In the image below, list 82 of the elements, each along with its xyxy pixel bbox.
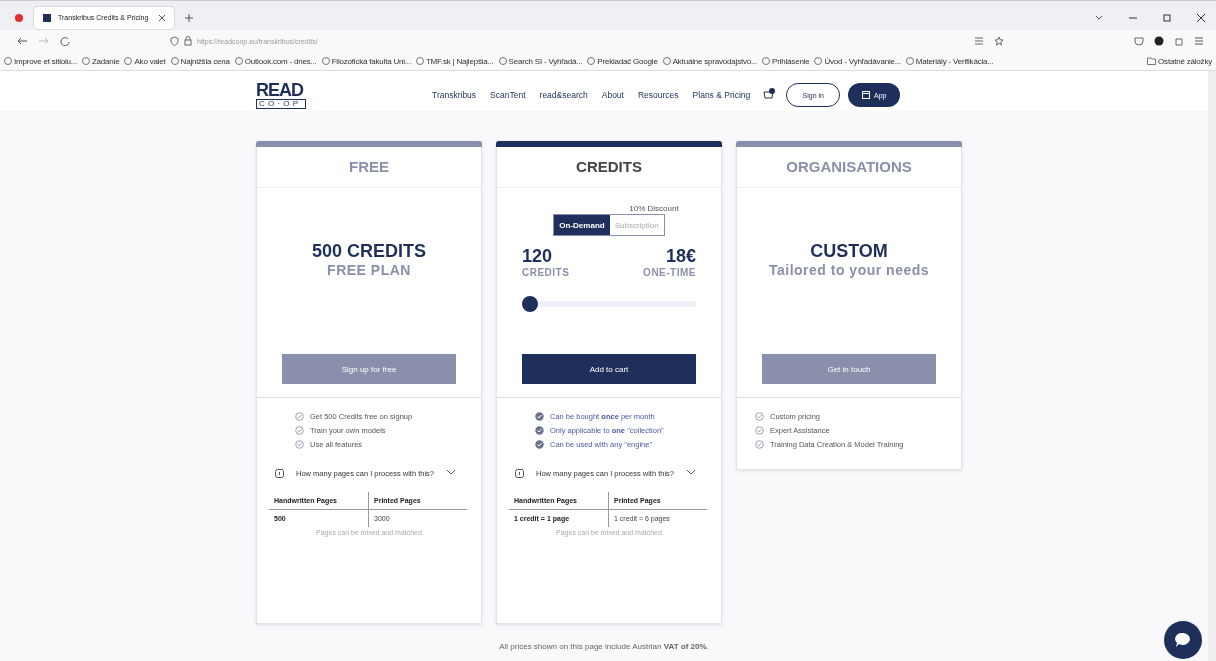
add-to-cart-button[interactable]: Add to cart <box>522 354 696 384</box>
plan-headline: CUSTOM <box>810 241 888 262</box>
bookmark-item[interactable]: Aktuálne spravodajstvo... <box>662 56 758 66</box>
nav-link[interactable]: About <box>601 90 624 100</box>
globe-icon <box>81 57 90 65</box>
reload-icon[interactable] <box>60 36 70 46</box>
cart-icon[interactable] <box>762 88 777 102</box>
back-icon[interactable] <box>16 36 28 46</box>
bookmark-item[interactable]: Search SI - Vyhľadá... <box>498 56 583 66</box>
plan-headline: 500 CREDITS <box>311 241 426 262</box>
pocket-icon[interactable] <box>1134 36 1144 46</box>
globe-icon <box>415 57 424 65</box>
bookmark-item[interactable]: Filozofická fakulta Uni... <box>321 56 411 66</box>
bookmark-item[interactable]: Prihlásenie <box>762 56 810 66</box>
bookmark-item[interactable]: Najnižšia cena <box>170 56 230 66</box>
globe-icon <box>124 57 133 65</box>
bookmark-item[interactable]: Ostatné záložky <box>1147 56 1212 66</box>
close-icon[interactable] <box>1196 12 1206 23</box>
bookmark-item[interactable]: Ako valet <box>124 56 166 66</box>
bookmark-item[interactable]: Outlook.com - dnes... <box>234 56 317 66</box>
help-icon <box>275 469 284 478</box>
plan-subline: FREE PLAN <box>327 262 411 278</box>
nav-link[interactable]: ScanTent <box>490 90 526 100</box>
globe-icon <box>762 57 771 65</box>
check-circle-icon <box>295 412 304 421</box>
globe-icon <box>905 57 914 65</box>
nav-link[interactable]: read&search <box>539 90 588 100</box>
shield-icon <box>170 36 179 46</box>
check-circle-icon <box>535 440 544 449</box>
nav-link[interactable]: Transkribus <box>432 90 477 100</box>
check-circle-icon <box>535 412 544 421</box>
bookmark-item[interactable]: Úvod - Vyhľadávanie... <box>814 56 901 66</box>
chevron-down-icon[interactable] <box>446 469 456 475</box>
bookmark-item[interactable]: Prekladač Google <box>587 56 658 66</box>
bookmark-item[interactable]: Zadanie <box>81 56 120 66</box>
globe-icon <box>321 57 330 65</box>
check-circle-icon <box>755 412 764 421</box>
nav-link[interactable]: Resources <box>637 90 679 100</box>
bookmark-item[interactable]: Improve et sitiolu... <box>4 56 77 66</box>
chat-bubble-icon <box>1175 632 1191 648</box>
mode-tab[interactable]: On-Demand <box>554 215 610 235</box>
globe-icon <box>234 57 243 65</box>
star-icon[interactable] <box>994 36 1004 46</box>
check-circle-icon <box>535 426 544 435</box>
credits-label: CREDITS <box>522 267 570 278</box>
check-circle-icon <box>295 440 304 449</box>
extensions-icon[interactable] <box>1174 36 1184 46</box>
plan-title: ORGANISATIONS <box>737 147 961 188</box>
close-icon[interactable] <box>158 13 166 22</box>
globe-icon <box>587 57 596 65</box>
plan-title: FREE <box>257 147 481 188</box>
site-icon <box>42 12 52 23</box>
chevron-down-icon[interactable] <box>686 469 696 475</box>
globe-icon <box>170 57 179 65</box>
check-circle-icon <box>755 440 764 449</box>
globe-icon <box>662 57 671 65</box>
credit-amount: 120 <box>522 246 554 267</box>
new-tab-icon[interactable] <box>184 12 194 23</box>
restore-icon[interactable] <box>1162 12 1172 23</box>
plan-subline: Tailored to your needs <box>768 262 930 278</box>
check-circle-icon <box>755 426 764 435</box>
check-circle-icon <box>295 426 304 435</box>
slider-thumb[interactable] <box>522 296 538 312</box>
globe-icon <box>814 57 823 65</box>
nav-link[interactable]: Plans & Pricing <box>692 90 751 100</box>
chat-button[interactable] <box>1164 621 1202 659</box>
discount-label: 10% Discount <box>629 204 679 213</box>
globe-icon <box>4 57 12 65</box>
plan-title: CREDITS <box>497 147 721 188</box>
logo[interactable]: READ C O · O P <box>256 81 316 109</box>
app-icon <box>862 91 870 99</box>
globe-icon <box>498 57 507 65</box>
account-icon[interactable] <box>1154 36 1164 46</box>
lock-icon <box>184 36 192 46</box>
bookmark-item[interactable]: Materiály - Verifikácia... <box>905 56 994 66</box>
browser-menu-icon[interactable] <box>14 12 24 23</box>
price-label: ONE-TIME <box>643 267 696 278</box>
bookmark-item[interactable]: TMF.sk | Najlepšia... <box>415 56 494 66</box>
folder-icon <box>1147 57 1157 65</box>
help-icon <box>515 469 524 478</box>
price: 18€ <box>664 246 696 267</box>
vat-note: All prices shown on this page include Austrian VAT of 20%. <box>498 642 710 651</box>
